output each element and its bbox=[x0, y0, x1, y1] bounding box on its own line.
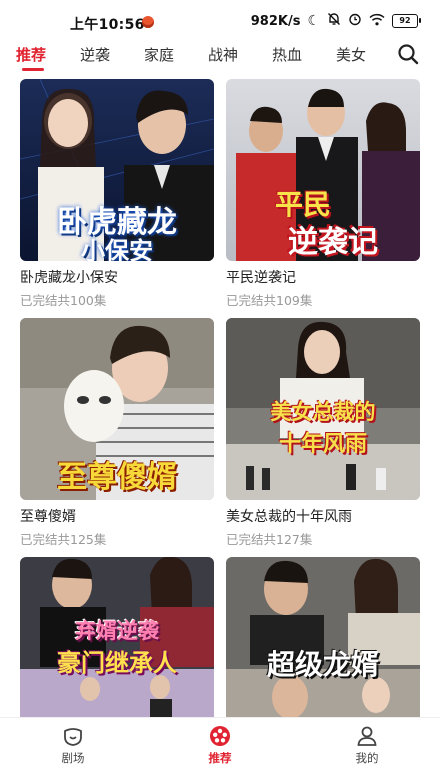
film-reel-icon bbox=[210, 726, 230, 746]
status-time: 上午10:56 bbox=[70, 17, 145, 33]
category-tabs: 推荐 逆袭 家庭 战神 热血 美女 bbox=[0, 40, 440, 74]
drama-card[interactable]: 平民 逆袭记 平民逆袭记 已完结共109集 bbox=[226, 79, 420, 309]
drama-card[interactable]: 超级龙婿 bbox=[226, 557, 420, 727]
drama-poster[interactable]: 超级龙婿 bbox=[226, 557, 420, 727]
tab-recommend[interactable]: 推荐 bbox=[16, 44, 46, 65]
poster-subtitle: 豪门继承人 bbox=[57, 649, 177, 677]
drama-card[interactable]: 至尊傻婿 至尊傻婿 已完结共125集 bbox=[20, 318, 214, 548]
drama-episodes: 已完结共109集 bbox=[226, 293, 313, 308]
search-icon[interactable] bbox=[396, 42, 420, 66]
active-tab-indicator bbox=[22, 68, 44, 71]
drama-episodes: 已完结共125集 bbox=[20, 532, 107, 547]
drama-episodes: 已完结共100集 bbox=[20, 293, 107, 308]
user-icon bbox=[357, 726, 377, 746]
wifi-icon bbox=[369, 13, 385, 30]
drama-poster[interactable]: 美女总裁的 十年风雨 bbox=[226, 318, 420, 500]
drama-title[interactable]: 美女总裁的十年风雨 bbox=[226, 506, 420, 526]
nav-theater[interactable]: 剧场 bbox=[33, 724, 113, 766]
nav-recommend-label: 推荐 bbox=[208, 751, 232, 765]
status-bar: 上午10:56 982K/s ☾ 92 bbox=[0, 0, 440, 40]
moon-icon: ☾ bbox=[307, 13, 320, 29]
theater-icon bbox=[64, 728, 82, 746]
poster-title: 美女总裁的 bbox=[270, 400, 376, 424]
app-notification-icon bbox=[142, 16, 154, 28]
nav-profile[interactable]: 我的 bbox=[327, 724, 407, 766]
drama-episodes: 已完结共127集 bbox=[226, 532, 313, 547]
drama-poster[interactable]: 卧虎藏龙 小保安 bbox=[20, 79, 214, 261]
battery-icon: 92 bbox=[392, 14, 421, 28]
poster-title: 超级龙婿 bbox=[266, 648, 379, 681]
tab-beauty[interactable]: 美女 bbox=[336, 44, 366, 65]
drama-title[interactable]: 平民逆袭记 bbox=[226, 267, 420, 287]
tab-passion[interactable]: 热血 bbox=[272, 44, 302, 65]
poster-title: 至尊傻婿 bbox=[57, 460, 177, 495]
drama-title[interactable]: 卧虎藏龙小保安 bbox=[20, 267, 214, 287]
mute-bell-icon bbox=[327, 12, 341, 30]
nav-recommend[interactable]: 推荐 bbox=[180, 724, 260, 766]
drama-poster[interactable]: 平民 逆袭记 bbox=[226, 79, 420, 261]
poster-title: 弃婿逆袭 bbox=[75, 619, 159, 643]
nav-theater-label: 剧场 bbox=[61, 751, 85, 765]
nav-profile-label: 我的 bbox=[355, 751, 379, 765]
drama-card[interactable]: 美女总裁的 十年风雨 美女总裁的十年风雨 已完结共127集 bbox=[226, 318, 420, 548]
drama-poster[interactable]: 弃婿逆袭 豪门继承人 bbox=[20, 557, 214, 727]
drama-card[interactable]: 弃婿逆袭 豪门继承人 bbox=[20, 557, 214, 727]
status-icons: 982K/s ☾ 92 bbox=[250, 12, 421, 30]
network-speed: 982K/s bbox=[250, 13, 301, 29]
poster-subtitle: 十年风雨 bbox=[278, 432, 367, 457]
tab-comeback[interactable]: 逆袭 bbox=[80, 44, 110, 65]
poster-subtitle: 逆袭记 bbox=[288, 225, 378, 260]
poster-subtitle: 小保安 bbox=[81, 237, 153, 261]
drama-card[interactable]: 卧虎藏龙 小保安 卧虎藏龙小保安 已完结共100集 bbox=[20, 79, 214, 309]
alarm-icon bbox=[348, 12, 362, 30]
drama-poster[interactable]: 至尊傻婿 bbox=[20, 318, 214, 500]
bottom-nav: 剧场 推荐 我的 bbox=[0, 717, 440, 770]
drama-title[interactable]: 至尊傻婿 bbox=[20, 506, 214, 526]
tab-family[interactable]: 家庭 bbox=[144, 44, 174, 65]
tab-war-god[interactable]: 战神 bbox=[208, 44, 238, 65]
